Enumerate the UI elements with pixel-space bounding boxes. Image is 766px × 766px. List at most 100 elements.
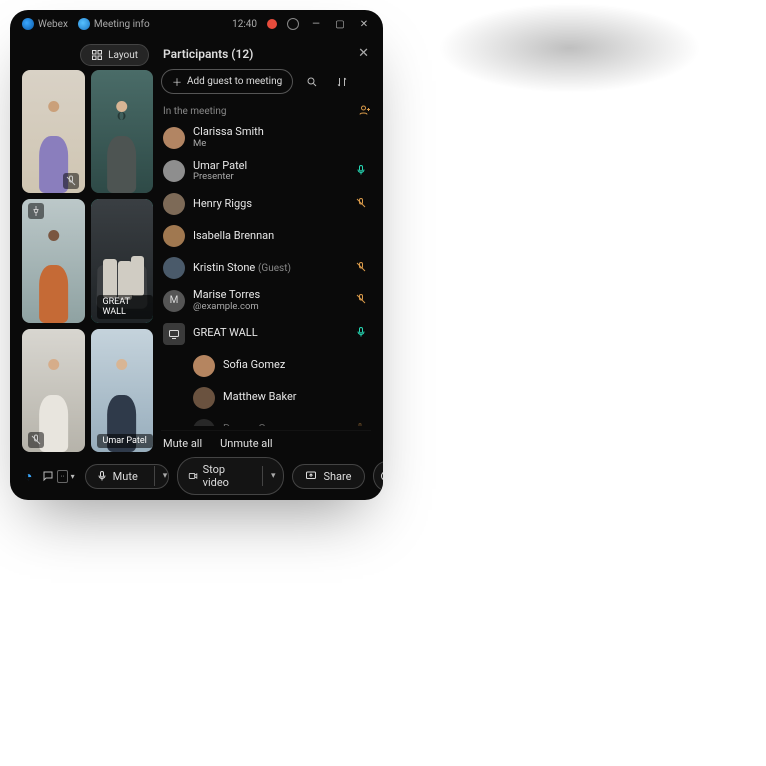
window-maximize-button[interactable]: ▢ <box>333 17 347 31</box>
meeting-info-button[interactable]: Meeting info <box>78 18 150 30</box>
avatar: M <box>163 290 185 312</box>
tile-label: GREAT WALL <box>97 295 154 319</box>
avatar <box>193 419 215 426</box>
mic-muted-icon <box>353 261 369 276</box>
share-label: Share <box>323 470 351 483</box>
participant-row[interactable]: Matthew Baker <box>191 384 371 412</box>
device-icon <box>163 323 185 345</box>
participant-name: Clarissa Smith <box>193 126 369 139</box>
grid-icon <box>91 49 103 61</box>
participant-row[interactable]: Kristin Stone (Guest) <box>161 254 371 282</box>
main-area: Layout <box>10 38 383 452</box>
avatar <box>163 127 185 149</box>
video-grid-container: Layout <box>22 44 153 452</box>
video-tile[interactable] <box>22 329 85 452</box>
participant-name: GREAT WALL <box>193 327 345 340</box>
mic-muted-icon <box>63 173 79 189</box>
participant-row[interactable]: GREAT WALL <box>161 320 371 348</box>
clock: 12:40 <box>232 19 257 30</box>
avatar <box>193 355 215 377</box>
search-icon <box>306 76 318 88</box>
settings-icon[interactable] <box>287 18 299 30</box>
window-minimize-button[interactable]: — <box>309 17 323 31</box>
participant-name: Henry Riggs <box>193 198 345 211</box>
avatar <box>193 387 215 409</box>
layout-button-label: Layout <box>108 50 138 61</box>
participant-row[interactable]: Sofia Gomez <box>191 352 371 380</box>
mic-muted-icon <box>28 432 44 448</box>
guest-tag: (Guest) <box>258 263 291 274</box>
participants-panel: Participants (12) ✕ ＋ Add guest to meeti… <box>161 44 371 452</box>
stop-video-label: Stop video <box>203 463 246 489</box>
video-grid: GREAT WALL Umar Patel <box>22 70 153 452</box>
participant-name: Marise Torres <box>193 289 345 302</box>
mic-muted-icon <box>353 197 369 212</box>
video-tile[interactable] <box>91 70 154 193</box>
reactions-button[interactable] <box>373 461 383 491</box>
camera-icon <box>188 470 198 482</box>
unmute-all-button[interactable]: Unmute all <box>220 437 272 450</box>
video-tile[interactable] <box>22 199 85 322</box>
chevron-down-icon: ▾ <box>71 472 75 481</box>
nested-participants: Sofia Gomez Matthew Baker Darren Owens <box>191 352 371 426</box>
mute-button[interactable]: Mute ▾ <box>85 464 169 489</box>
tile-label: Umar Patel <box>97 434 153 448</box>
sort-icon <box>336 76 348 88</box>
title-bar: Webex Meeting info 12:40 — ▢ ✕ <box>10 10 383 38</box>
add-guest-label: Add guest to meeting <box>187 76 282 87</box>
participant-row[interactable]: Isabella Brennan <box>161 222 371 250</box>
add-person-icon[interactable] <box>359 104 371 119</box>
avatar <box>163 225 185 247</box>
window-close-button[interactable]: ✕ <box>357 17 371 31</box>
control-bar: ◔ ·· ▾ Mute ▾ Stop video ▾ <box>10 452 383 500</box>
webex-logo-icon <box>22 18 34 30</box>
participant-row[interactable]: Darren Owens <box>191 416 371 426</box>
participants-list: Clarissa SmithMe Umar PatelPresenter Hen… <box>161 123 371 426</box>
share-screen-icon <box>305 470 317 482</box>
assistant-icon[interactable]: ◔ <box>24 468 32 485</box>
info-icon <box>78 18 90 30</box>
video-tile[interactable] <box>22 70 85 193</box>
recording-indicator-icon[interactable] <box>267 19 277 29</box>
participant-row[interactable]: Umar PatelPresenter <box>161 157 371 187</box>
section-label: In the meeting <box>163 106 227 117</box>
layout-button[interactable]: Layout <box>80 44 149 66</box>
share-button[interactable]: Share <box>292 464 364 489</box>
mute-options-button[interactable]: ▾ <box>154 466 169 486</box>
mute-all-button[interactable]: Mute all <box>163 437 202 450</box>
meeting-info-label: Meeting info <box>94 19 150 30</box>
participant-name: Sofia Gomez <box>223 359 369 372</box>
app-brand[interactable]: Webex <box>22 18 68 30</box>
messages-button[interactable]: ·· ▾ <box>42 470 74 483</box>
participant-sub: Presenter <box>193 172 345 183</box>
participant-sub: Me <box>193 139 369 150</box>
participant-name: Matthew Baker <box>223 391 369 404</box>
video-options-button[interactable]: ▾ <box>262 466 284 486</box>
search-participants-button[interactable] <box>301 71 323 93</box>
video-tile-active[interactable]: GREAT WALL <box>91 199 154 322</box>
stop-video-button[interactable]: Stop video ▾ <box>177 457 285 495</box>
plus-icon: ＋ <box>172 74 182 89</box>
avatar <box>163 160 185 182</box>
add-guest-button[interactable]: ＋ Add guest to meeting <box>161 69 293 94</box>
participant-row[interactable]: Clarissa SmithMe <box>161 123 371 153</box>
sort-participants-button[interactable] <box>331 71 353 93</box>
avatar <box>163 257 185 279</box>
app-brand-label: Webex <box>38 19 68 30</box>
participant-name: Kristin Stone (Guest) <box>193 262 345 275</box>
video-feed <box>91 70 154 193</box>
participant-row[interactable]: M Marise Torres@example.com <box>161 286 371 316</box>
app-window: Webex Meeting info 12:40 — ▢ ✕ Layout <box>10 10 383 500</box>
badge-icon: ·· <box>57 470 67 483</box>
mute-label: Mute <box>113 470 138 483</box>
mic-on-icon <box>353 164 369 179</box>
emoji-icon <box>380 470 383 482</box>
chat-bubble-icon <box>42 470 54 482</box>
participant-row[interactable]: Henry Riggs <box>161 190 371 218</box>
close-panel-button[interactable]: ✕ <box>358 46 369 61</box>
video-tile[interactable]: Umar Patel <box>91 329 154 452</box>
hand-raised-icon <box>353 422 369 426</box>
avatar <box>163 193 185 215</box>
panel-title: Participants (12) <box>163 47 253 61</box>
mic-icon <box>96 470 108 482</box>
